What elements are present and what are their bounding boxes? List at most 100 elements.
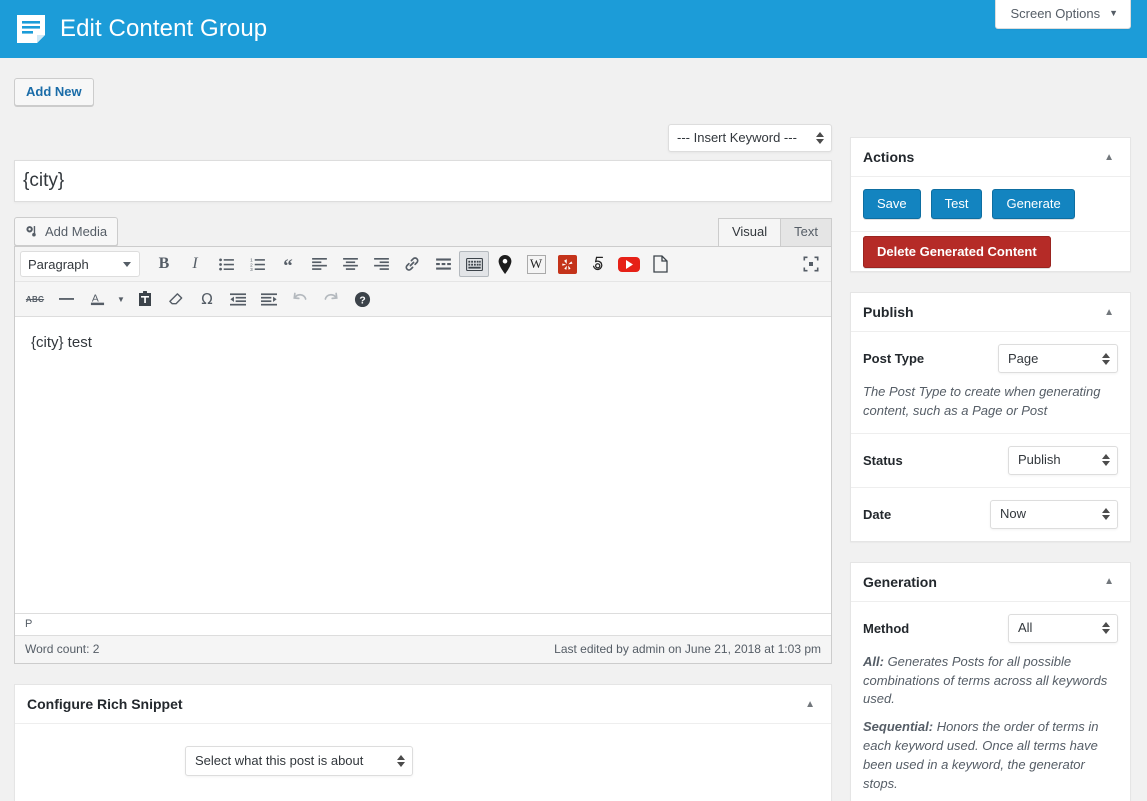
- method-label: Method: [863, 620, 910, 636]
- screen-options-button[interactable]: Screen Options ▼: [995, 0, 1131, 29]
- horizontal-rule-icon[interactable]: [51, 286, 81, 312]
- mce-toolbar-row-1: Paragraph B I 1 2 3 “ W: [15, 247, 831, 281]
- italic-icon[interactable]: I: [180, 251, 210, 277]
- special-character-icon[interactable]: Ω: [192, 286, 222, 312]
- rich-snippet-header[interactable]: Configure Rich Snippet ▲: [15, 685, 831, 724]
- tab-text[interactable]: Text: [780, 218, 832, 246]
- mce-toolbar-row-2: ABC A ▼ Ω ?: [15, 281, 831, 316]
- wikipedia-icon[interactable]: W: [521, 251, 551, 277]
- post-type-help: The Post Type to create when generating …: [863, 384, 1101, 418]
- page-icon[interactable]: [645, 251, 675, 277]
- date-section: Date Now: [851, 488, 1130, 541]
- indent-icon[interactable]: [254, 286, 284, 312]
- collapse-toggle-icon[interactable]: ▲: [801, 697, 819, 712]
- actions-header[interactable]: Actions ▲: [851, 138, 1130, 177]
- post-type-row: Post Type Page: [863, 344, 1118, 373]
- paste-as-text-icon[interactable]: [130, 286, 160, 312]
- generate-button[interactable]: Generate: [992, 189, 1075, 219]
- document-lines-icon: [14, 12, 48, 46]
- post-title-input[interactable]: [14, 160, 832, 202]
- collapse-toggle-icon[interactable]: ▲: [1100, 150, 1118, 165]
- collapse-toggle-icon[interactable]: ▲: [1100, 574, 1118, 589]
- text-color-icon[interactable]: A: [82, 286, 112, 312]
- generation-panel: Generation ▲ Method All All: Generates P…: [850, 561, 1131, 801]
- method-help-all-text: Generates Posts for all possible combina…: [863, 653, 1108, 707]
- mce-toolbar: Paragraph B I 1 2 3 “ W ABC A ▼ Ω ?: [15, 247, 831, 317]
- editor-mode-tabs: Visual Text: [717, 218, 832, 246]
- date-select[interactable]: Now: [990, 499, 1118, 529]
- map-pin-icon[interactable]: [490, 251, 520, 277]
- post-type-label: Post Type: [863, 351, 925, 366]
- redo-icon[interactable]: [316, 286, 346, 312]
- fivehundredpx-icon[interactable]: [583, 251, 613, 277]
- format-select-wrap: Paragraph: [20, 251, 140, 277]
- chevron-down-icon: ▼: [1109, 8, 1118, 18]
- blockquote-icon[interactable]: “: [273, 251, 303, 277]
- delete-section: Delete Generated Content: [851, 232, 1130, 271]
- insert-link-icon[interactable]: [397, 251, 427, 277]
- read-more-icon[interactable]: [428, 251, 458, 277]
- admin-header: Edit Content Group Screen Options ▼: [0, 0, 1147, 58]
- actions-buttons-section: Save Test Generate: [851, 177, 1130, 232]
- test-button[interactable]: Test: [930, 189, 983, 219]
- method-help-sequential: Sequential: Honors the order of terms in…: [863, 718, 1118, 793]
- align-left-icon[interactable]: [304, 251, 334, 277]
- sidebar: Actions ▲ Save Test Generate Delete Gene…: [850, 106, 1131, 801]
- tab-visual[interactable]: Visual: [717, 218, 782, 246]
- yelp-icon[interactable]: [552, 251, 582, 277]
- actions-title: Actions: [863, 149, 915, 165]
- page-body: --- Insert Keyword --- Add Media: [0, 106, 1147, 801]
- insert-keyword-row: --- Insert Keyword ---: [14, 106, 832, 160]
- align-center-icon[interactable]: [335, 251, 365, 277]
- page-title: Edit Content Group: [60, 15, 268, 42]
- post-type-section: Post Type Page The Post Type to create w…: [851, 332, 1130, 434]
- generation-title: Generation: [863, 573, 937, 590]
- element-path: P: [15, 613, 831, 635]
- editor-status-bar: Word count: 2 Last edited by admin on Ju…: [15, 635, 831, 663]
- delete-generated-content-button[interactable]: Delete Generated Content: [863, 236, 1051, 268]
- paragraph-format-select[interactable]: Paragraph: [20, 251, 140, 277]
- fullscreen-icon[interactable]: [796, 251, 826, 277]
- main-column: --- Insert Keyword --- Add Media: [14, 106, 832, 801]
- media-camera-icon: [24, 224, 39, 239]
- toolbar-toggle-icon[interactable]: [459, 251, 489, 277]
- status-select[interactable]: Publish: [1008, 445, 1118, 475]
- rich-snippet-select[interactable]: Select what this post is about: [185, 746, 413, 776]
- editor-content-area[interactable]: {city} test: [15, 317, 831, 613]
- rich-snippet-select-wrap: Select what this post is about: [185, 746, 413, 776]
- status-select-wrap: Publish: [1008, 445, 1118, 475]
- publish-title: Publish: [863, 304, 914, 320]
- strikethrough-icon[interactable]: ABC: [20, 286, 50, 312]
- insert-keyword-select-wrap: --- Insert Keyword ---: [668, 124, 832, 152]
- text-color-dropdown-icon[interactable]: ▼: [113, 286, 129, 312]
- rich-snippet-body: Select what this post is about: [15, 724, 831, 801]
- insert-keyword-select[interactable]: --- Insert Keyword ---: [668, 124, 832, 152]
- method-help-all: All: Generates Posts for all possible co…: [863, 653, 1118, 710]
- post-type-select[interactable]: Page: [998, 344, 1118, 373]
- collapse-toggle-icon[interactable]: ▲: [1100, 305, 1118, 320]
- add-media-button[interactable]: Add Media: [14, 217, 119, 246]
- bulleted-list-icon[interactable]: [211, 251, 241, 277]
- bold-icon[interactable]: B: [149, 251, 179, 277]
- post-type-select-wrap: Page: [998, 344, 1118, 373]
- youtube-icon[interactable]: [614, 251, 644, 277]
- svg-text:?: ?: [359, 295, 365, 306]
- align-right-icon[interactable]: [366, 251, 396, 277]
- method-select[interactable]: All: [1008, 613, 1118, 643]
- publish-header[interactable]: Publish ▲: [851, 293, 1130, 332]
- numbered-list-icon[interactable]: 1 2 3: [242, 251, 272, 277]
- save-button[interactable]: Save: [863, 189, 921, 219]
- add-new-button[interactable]: Add New: [14, 78, 94, 106]
- clear-formatting-icon[interactable]: [161, 286, 191, 312]
- last-edited: Last edited by admin on June 21, 2018 at…: [554, 642, 821, 656]
- keyboard-shortcuts-icon[interactable]: ?: [347, 286, 377, 312]
- editor-toolbar-row: Add Media Visual Text: [14, 216, 832, 246]
- undo-icon[interactable]: [285, 286, 315, 312]
- add-new-row: Add New: [0, 58, 1147, 106]
- configure-rich-snippet-panel: Configure Rich Snippet ▲ Select what thi…: [14, 684, 832, 801]
- outdent-icon[interactable]: [223, 286, 253, 312]
- date-select-wrap: Now: [990, 499, 1118, 529]
- method-help-seq-label: Sequential:: [863, 719, 934, 735]
- content-editor: Paragraph B I 1 2 3 “ W ABC A ▼ Ω ? {cit…: [14, 246, 832, 664]
- generation-header[interactable]: Generation ▲: [851, 563, 1130, 602]
